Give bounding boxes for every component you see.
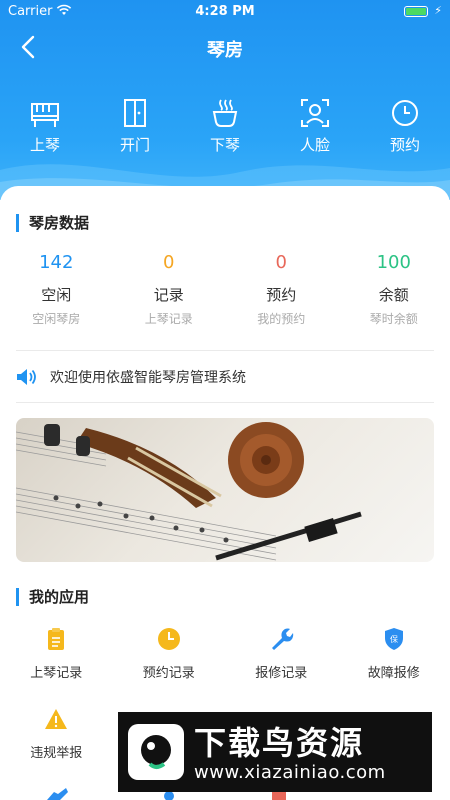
speaker-icon [17, 369, 36, 385]
watermark-logo [128, 724, 184, 780]
app-repair-record[interactable]: 报修记录 [225, 626, 338, 681]
stat-record[interactable]: 0 记录 上琴记录 [113, 252, 226, 332]
quick-action-label: 开门 [119, 136, 150, 154]
charging-icon: ⚡ [434, 4, 442, 17]
quick-action-cup[interactable]: 下琴 [180, 96, 270, 166]
divider [16, 402, 434, 403]
stats-section-title: 琴房数据 [16, 214, 89, 232]
app-fault-report[interactable]: 保 故障报修 [338, 626, 450, 681]
app-label: 上琴记录 [30, 666, 83, 681]
notice-text: 欢迎使用依盛智能琴房管理系统 [50, 370, 246, 386]
stat-value: 0 [163, 252, 175, 273]
stat-name: 空闲 [41, 286, 72, 304]
stat-name: 预约 [266, 286, 297, 304]
clipboard-icon [48, 628, 65, 650]
warning-icon [45, 709, 68, 729]
watermark-title: 下载鸟资源 [194, 724, 365, 762]
tools-icon [47, 788, 68, 800]
app-label: 预约记录 [142, 666, 195, 681]
watermark-url: www.xiazainiao.com [194, 762, 386, 783]
banner-image[interactable] [16, 418, 434, 562]
watermark-overlay: 下载鸟资源 www.xiazainiao.com [118, 712, 432, 792]
quick-action-label: 预约 [389, 136, 420, 154]
apps-section-title: 我的应用 [16, 588, 89, 606]
quick-action-reserve[interactable]: 预约 [360, 96, 450, 166]
stat-sub: 上琴记录 [144, 312, 193, 326]
face-icon [301, 99, 329, 127]
cup-icon [212, 99, 238, 127]
app-play-record[interactable]: 上琴记录 [0, 626, 113, 681]
door-icon [124, 99, 146, 127]
page-title: 琴房 [207, 40, 243, 61]
stat-balance[interactable]: 100 余额 琴时余额 [338, 252, 450, 332]
piano-icon [31, 103, 59, 127]
nav-bar: 琴房 [0, 28, 450, 68]
app-label: 违规举报 [30, 746, 83, 761]
violin-image [16, 422, 362, 561]
stats-row: 142 空闲 空闲琴房 0 记录 上琴记录 0 预约 我的预约 100 余额 琴… [0, 252, 450, 332]
quick-actions: 上琴 开门 下琴 人脸 预约 [0, 96, 450, 166]
quick-action-piano[interactable]: 上琴 [0, 96, 90, 166]
stat-reservation[interactable]: 0 预约 我的预约 [225, 252, 338, 332]
stat-value: 142 [39, 252, 74, 273]
bird-logo-icon [141, 735, 171, 769]
stat-sub: 我的预约 [257, 312, 306, 326]
divider [16, 350, 434, 351]
quick-action-face[interactable]: 人脸 [270, 96, 360, 166]
quick-action-label: 上琴 [29, 136, 60, 154]
stat-name: 记录 [153, 286, 184, 304]
app-reservation-record[interactable]: 预约记录 [113, 626, 226, 681]
app-label: 故障报修 [367, 666, 420, 681]
quick-action-label: 人脸 [299, 136, 330, 154]
app-label: 报修记录 [255, 666, 308, 681]
stat-free[interactable]: 142 空闲 空闲琴房 [0, 252, 113, 332]
shield-icon: 保 [384, 628, 403, 650]
stat-sub: 空闲琴房 [32, 312, 81, 326]
quick-action-door[interactable]: 开门 [90, 96, 180, 166]
notice-bar[interactable]: 欢迎使用依盛智能琴房管理系统 [16, 362, 434, 392]
app-violation-report[interactable]: 违规举报 [0, 706, 113, 761]
clock-icon [157, 628, 180, 650]
wrench-icon [272, 628, 294, 650]
status-time: 4:28 PM [195, 4, 255, 19]
stat-value: 0 [275, 252, 287, 273]
quick-action-label: 下琴 [209, 136, 240, 154]
stat-name: 余额 [378, 286, 409, 304]
stat-value: 100 [376, 252, 411, 273]
stat-sub: 琴时余额 [369, 312, 418, 326]
status-bar: Carrier 4:28 PM ⚡ [0, 0, 450, 24]
clock-icon [392, 100, 418, 126]
battery-icon [404, 6, 428, 17]
svg-text:保: 保 [390, 634, 398, 644]
